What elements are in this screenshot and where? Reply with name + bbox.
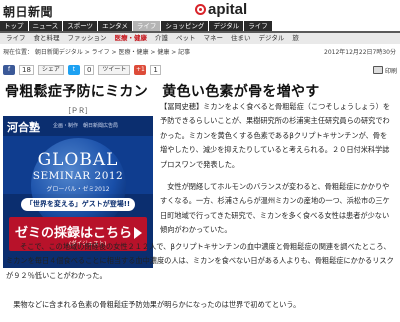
main-nav: トップ ニュース スポーツ エンタメ ライフ ショッピング デジタル ライフ [0,21,400,31]
site-header: 朝日新聞 apital [0,0,400,20]
ad-kana-title: グローバル・ゼミ2012 [46,186,110,193]
ad-global-title: GLOBAL [37,150,119,170]
pr-label: ［ＰＲ］ [64,107,92,115]
plusone-count: 1 [150,65,161,75]
apital-brand-text: apital [208,1,248,18]
nav-tab-digital[interactable]: デジタル [209,21,244,31]
facebook-like-icon[interactable]: f [3,65,15,75]
arrow-right-icon [134,227,142,239]
print-label: 印刷 [384,67,397,75]
apital-brand[interactable]: apital [195,1,247,18]
subnav-life[interactable]: ライフ [2,33,30,44]
like-count: 18 [19,65,34,75]
nav-tab-sports[interactable]: スポーツ [63,21,98,31]
ad-guest-pill: 「世界を変える」ゲストが登場!! [21,198,135,211]
share-button[interactable]: シェア [37,65,64,75]
printer-icon [372,66,383,74]
article-paragraph: 女性が閉経してホルモンのバランスが変わると、骨粗鬆症にかかりやすくなる。一方、杉… [160,182,390,235]
social-bar: f 18 シェア t 0 ツイート +1 1 印刷 [3,63,397,77]
subnav-money[interactable]: マネー [200,33,228,44]
tweet-button[interactable]: ツイート [98,65,131,75]
ad-brand: 河合塾 [7,121,40,134]
sub-nav: ライフ 食と料理 ファッション 医療・健康 介護 ペット マネー 住まい デジタ… [0,33,400,44]
subnav-fashion[interactable]: ファッション [64,33,111,44]
subnav-digital[interactable]: デジタル [255,33,289,44]
google-plus-icon[interactable]: +1 [134,65,147,75]
ad-brand-credit: 企画・制作 朝日新聞広告局 [53,123,119,129]
tweet-count: 0 [83,65,95,75]
ad-seminar-title: SEMINAR 2012 [32,170,124,182]
subnav-health[interactable]: 医療・健康 [111,33,152,44]
article-timestamp: 2012年12月22日7時30分 [324,49,396,56]
nav-tab-life[interactable]: ライフ [132,21,161,31]
asahi-logo[interactable]: 朝日新聞 [3,3,53,20]
article-headline: 骨粗鬆症予防にミカン 黄色い色素が骨を増やす [5,84,320,100]
nav-tab-news[interactable]: ニュース [28,21,63,31]
subnav-pet[interactable]: ペット [172,33,200,44]
print-link[interactable]: 印刷 [372,66,397,75]
subnav-travel[interactable]: 旅 [288,33,303,44]
twitter-icon[interactable]: t [67,65,80,75]
nav-tab-top[interactable]: トップ [0,21,28,31]
nav-tab-shopping[interactable]: ショッピング [161,21,209,31]
subnav-housing[interactable]: 住まい [227,33,255,44]
breadcrumb[interactable]: 現在位置： 朝日新聞デジタル > ライフ > 医療・健康 > 健康 > 記事 [3,47,190,56]
article-paragraph: そこで、この地域の閉経後の女性２１２人で、βクリプトキサンチンの血中濃度と骨粗鬆… [6,242,394,280]
article-paragraph: 【冨岡史穂】ミカンをよく食べると骨粗鬆症（こつそしょうしょう）を予防できるらしい… [160,102,391,169]
apital-logo-icon [195,4,206,15]
subnav-food[interactable]: 食と料理 [30,33,64,44]
nav-tab-life-2[interactable]: ライフ [244,21,272,31]
subnav-care[interactable]: 介護 [151,33,172,44]
article-paragraph: 果物などに含まれる色素の骨粗鬆症予防効果が明らかになったのは世界で初めてという。 [13,300,301,309]
nav-tab-entame[interactable]: エンタメ [98,21,132,31]
